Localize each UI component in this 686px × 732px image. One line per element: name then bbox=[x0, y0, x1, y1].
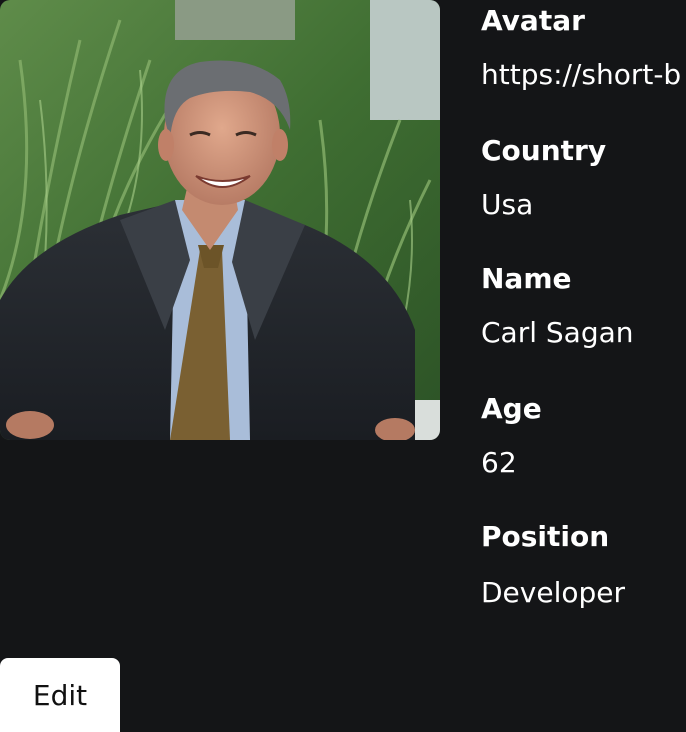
avatar-label: Avatar bbox=[481, 4, 585, 37]
position-label: Position bbox=[481, 520, 610, 553]
name-label: Name bbox=[481, 262, 572, 295]
avatar-image bbox=[0, 0, 440, 440]
avatar-value: https://short-b bbox=[481, 58, 682, 91]
country-value: Usa bbox=[481, 188, 534, 221]
age-value: 62 bbox=[481, 446, 517, 479]
profile-card: Avatar https://short-b Country Usa Name … bbox=[0, 0, 686, 732]
name-value: Carl Sagan bbox=[481, 316, 634, 349]
edit-button[interactable]: Edit bbox=[0, 658, 120, 732]
position-value: Developer bbox=[481, 576, 626, 609]
profile-details: Avatar https://short-b Country Usa Name … bbox=[481, 0, 686, 640]
age-label: Age bbox=[481, 392, 542, 425]
portrait-illustration bbox=[0, 0, 440, 440]
country-label: Country bbox=[481, 134, 607, 167]
